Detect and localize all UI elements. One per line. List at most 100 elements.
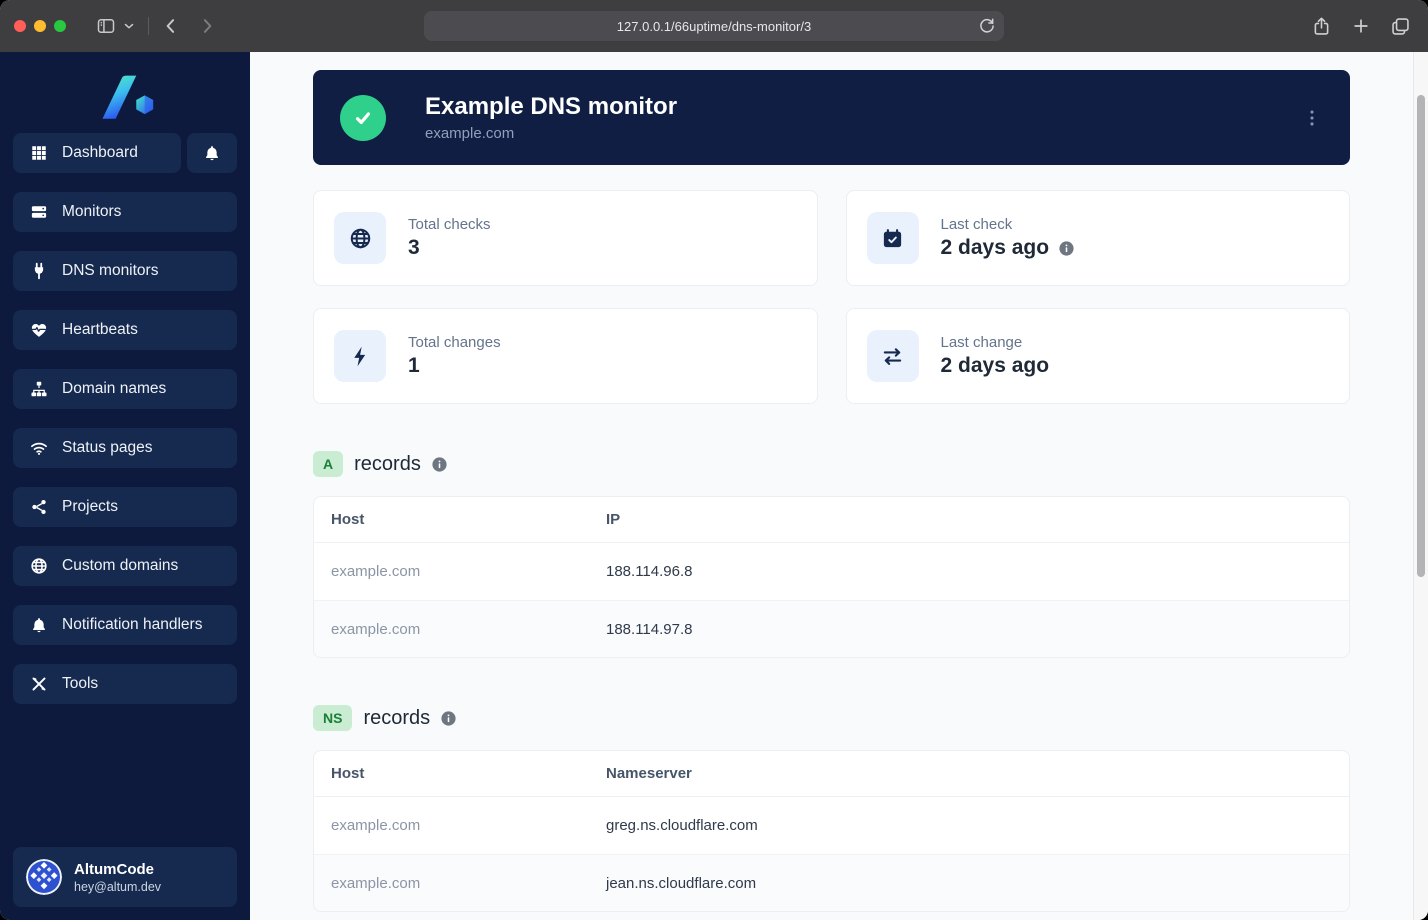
- record-type-badge: NS: [313, 705, 353, 731]
- tabs-overview-icon[interactable]: [1390, 16, 1411, 37]
- records-table-a: Host IP example.com 188.114.96.8 example.com…: [313, 496, 1350, 658]
- bolt-icon: [349, 345, 372, 368]
- sidebar-item-domain-names[interactable]: Domain names: [13, 369, 237, 409]
- scrollbar-thumb[interactable]: [1417, 95, 1425, 577]
- url-text: 127.0.0.1/66uptime/dns-monitor/3: [616, 18, 812, 34]
- wifi-icon: [30, 439, 48, 457]
- sidebar-item-label: Monitors: [62, 203, 122, 220]
- new-tab-icon[interactable]: [1351, 16, 1371, 36]
- status-badge: [340, 94, 386, 141]
- sidebar-item-tools[interactable]: Tools: [13, 664, 237, 704]
- tools-icon: [30, 675, 48, 693]
- table-row: example.com 188.114.97.8: [314, 600, 1349, 657]
- stat-icon-box: [334, 330, 386, 382]
- record-value: jean.ns.cloudflare.com: [606, 874, 757, 892]
- stat-label: Last check: [940, 216, 1013, 233]
- section-title: records: [354, 452, 421, 475]
- stat-value: 3: [408, 236, 420, 259]
- server-icon: [30, 203, 48, 221]
- sidebar-item-status-pages[interactable]: Status pages: [13, 428, 237, 468]
- user-email: hey@altum.dev: [74, 879, 162, 894]
- bell-icon: [203, 144, 221, 162]
- column-header-nameserver: Nameserver: [606, 765, 692, 782]
- table-header-row: Host Nameserver: [314, 751, 1349, 797]
- ellipsis-vertical-icon[interactable]: [1301, 107, 1323, 129]
- sidebar-item-monitors[interactable]: Monitors: [13, 192, 237, 232]
- sidebar-item-label: Status pages: [62, 439, 153, 456]
- sidebar-item-notification-handlers[interactable]: Notification handlers: [13, 605, 237, 645]
- altumcode-logo-icon: [95, 70, 155, 120]
- close-window-button[interactable]: [14, 20, 26, 32]
- sidebar-item-projects[interactable]: Projects: [13, 487, 237, 527]
- stat-value: 2 days ago: [940, 236, 1050, 259]
- address-bar[interactable]: 127.0.0.1/66uptime/dns-monitor/3: [424, 11, 1004, 41]
- stat-value: 2 days ago: [940, 354, 1050, 377]
- sidebar: Dashboard Monitors DNS monitors Heartbeats…: [0, 52, 250, 920]
- section-heading-ns-records: NS records: [313, 703, 1350, 733]
- sidebar-item-label: Heartbeats: [62, 321, 138, 338]
- heart-pulse-icon: [30, 321, 48, 339]
- stat-card-total-checks: Total checks 3: [313, 190, 818, 286]
- stat-icon-box: [866, 212, 919, 264]
- chevron-down-icon[interactable]: [122, 19, 136, 33]
- avatar: [26, 859, 62, 895]
- calendar-check-icon: [881, 227, 904, 250]
- stat-label: Total checks: [408, 216, 491, 233]
- share-icon[interactable]: [1311, 16, 1332, 37]
- forward-icon[interactable]: [197, 16, 217, 36]
- zoom-window-button[interactable]: [54, 20, 66, 32]
- sidebar-item-label: Domain names: [62, 380, 167, 397]
- grid-icon: [30, 144, 48, 162]
- plug-icon: [30, 262, 48, 280]
- column-header-host: Host: [331, 511, 365, 528]
- stat-icon-box: [866, 330, 919, 382]
- record-host: example.com: [331, 817, 421, 834]
- titlebar-divider: [148, 17, 149, 35]
- monitor-target: example.com: [425, 125, 515, 142]
- stat-card-total-changes: Total changes 1: [313, 308, 818, 404]
- sidebar-toggle-icon[interactable]: [96, 16, 116, 36]
- back-icon[interactable]: [161, 16, 181, 36]
- sidebar-item-label: DNS monitors: [62, 262, 159, 279]
- table-row: example.com jean.ns.cloudflare.com: [314, 854, 1349, 911]
- sidebar-item-label: Notification handlers: [62, 616, 203, 633]
- browser-window: 127.0.0.1/66uptime/dns-monitor/3 Dashboa…: [0, 0, 1428, 920]
- table-row: example.com 188.114.96.8: [314, 543, 1349, 600]
- monitor-header-card: Example DNS monitor example.com: [313, 70, 1350, 165]
- info-icon[interactable]: [431, 456, 448, 473]
- user-name: AltumCode: [74, 860, 154, 878]
- column-header-ip: IP: [606, 511, 621, 528]
- stat-value: 1: [408, 354, 420, 377]
- reload-icon[interactable]: [977, 16, 997, 36]
- info-icon[interactable]: [1058, 240, 1075, 257]
- info-icon[interactable]: [440, 710, 457, 727]
- record-host: example.com: [331, 874, 421, 892]
- main-content: Example DNS monitor example.com Total ch…: [250, 52, 1428, 920]
- share-nodes-icon: [30, 498, 48, 516]
- record-value: 188.114.96.8: [606, 563, 693, 580]
- records-table-ns: Host Nameserver example.com greg.ns.cloudfl…: [313, 750, 1350, 912]
- sidebar-item-label: Custom domains: [62, 557, 179, 574]
- sidebar-item-custom-domains[interactable]: Custom domains: [13, 546, 237, 586]
- sidebar-item-label: Tools: [62, 675, 99, 692]
- table-header-row: Host IP: [314, 497, 1349, 543]
- sidebar-item-heartbeats[interactable]: Heartbeats: [13, 310, 237, 350]
- bell-icon: [30, 616, 48, 634]
- stat-card-last-check: Last check 2 days ago: [845, 190, 1350, 286]
- sidebar-item-dashboard[interactable]: Dashboard: [13, 133, 181, 173]
- sitemap-icon: [30, 380, 48, 398]
- minimize-window-button[interactable]: [34, 20, 46, 32]
- user-account-card[interactable]: AltumCode hey@altum.dev: [13, 847, 237, 907]
- record-host: example.com: [331, 563, 421, 580]
- notifications-button[interactable]: [187, 133, 237, 173]
- stat-card-last-change: Last change 2 days ago: [845, 308, 1350, 404]
- scrollbar[interactable]: [1413, 52, 1428, 920]
- record-value: 188.114.97.8: [606, 620, 693, 638]
- record-type-badge: A: [313, 451, 344, 477]
- sidebar-item-dns-monitors[interactable]: DNS monitors: [13, 251, 237, 291]
- stat-icon-box: [334, 212, 386, 264]
- sidebar-item-label: Projects: [62, 498, 118, 515]
- traffic-lights: [14, 20, 66, 32]
- globe-icon: [30, 557, 48, 575]
- record-value: greg.ns.cloudflare.com: [606, 817, 758, 834]
